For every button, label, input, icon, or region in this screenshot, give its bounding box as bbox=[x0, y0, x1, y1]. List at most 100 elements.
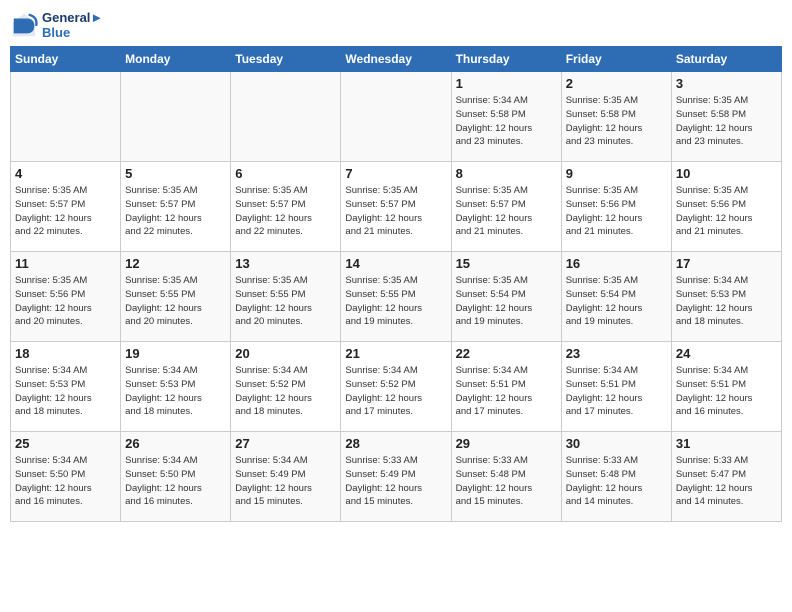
weekday-monday: Monday bbox=[121, 47, 231, 72]
calendar-cell-w2-d0: 4 Sunrise: 5:35 AMSunset: 5:57 PMDaylight… bbox=[11, 162, 121, 252]
day-info: Sunrise: 5:35 AMSunset: 5:55 PMDaylight:… bbox=[345, 274, 446, 329]
logo-text: General► Blue bbox=[42, 10, 103, 40]
day-info: Sunrise: 5:35 AMSunset: 5:57 PMDaylight:… bbox=[125, 184, 226, 239]
weekday-friday: Friday bbox=[561, 47, 671, 72]
day-number: 28 bbox=[345, 436, 446, 451]
day-info: Sunrise: 5:34 AMSunset: 5:49 PMDaylight:… bbox=[235, 454, 336, 509]
calendar-cell-w3-d0: 11 Sunrise: 5:35 AMSunset: 5:56 PMDayligh… bbox=[11, 252, 121, 342]
day-info: Sunrise: 5:35 AMSunset: 5:55 PMDaylight:… bbox=[235, 274, 336, 329]
day-info: Sunrise: 5:35 AMSunset: 5:56 PMDaylight:… bbox=[676, 184, 777, 239]
day-number: 15 bbox=[456, 256, 557, 271]
day-info: Sunrise: 5:34 AMSunset: 5:51 PMDaylight:… bbox=[456, 364, 557, 419]
day-info: Sunrise: 5:33 AMSunset: 5:49 PMDaylight:… bbox=[345, 454, 446, 509]
day-number: 5 bbox=[125, 166, 226, 181]
day-info: Sunrise: 5:34 AMSunset: 5:53 PMDaylight:… bbox=[15, 364, 116, 419]
logo: General► Blue bbox=[10, 10, 103, 40]
calendar-cell-w4-d1: 19Sunrise: 5:34 AMSunset: 5:53 PMDayligh… bbox=[121, 342, 231, 432]
day-info: Sunrise: 5:34 AMSunset: 5:51 PMDaylight:… bbox=[676, 364, 777, 419]
day-info: Sunrise: 5:34 AMSunset: 5:58 PMDaylight:… bbox=[456, 94, 557, 149]
day-number: 27 bbox=[235, 436, 336, 451]
day-number: 11 bbox=[15, 256, 116, 271]
calendar-cell-w2-d3: 7 Sunrise: 5:35 AMSunset: 5:57 PMDaylight… bbox=[341, 162, 451, 252]
day-info: Sunrise: 5:35 AMSunset: 5:56 PMDaylight:… bbox=[15, 274, 116, 329]
day-info: Sunrise: 5:34 AMSunset: 5:50 PMDaylight:… bbox=[15, 454, 116, 509]
day-number: 26 bbox=[125, 436, 226, 451]
day-number: 7 bbox=[345, 166, 446, 181]
day-number: 19 bbox=[125, 346, 226, 361]
day-number: 14 bbox=[345, 256, 446, 271]
weekday-saturday: Saturday bbox=[671, 47, 781, 72]
calendar-header: SundayMondayTuesdayWednesdayThursdayFrid… bbox=[11, 47, 782, 72]
day-info: Sunrise: 5:33 AMSunset: 5:48 PMDaylight:… bbox=[566, 454, 667, 509]
day-number: 23 bbox=[566, 346, 667, 361]
day-number: 21 bbox=[345, 346, 446, 361]
day-number: 30 bbox=[566, 436, 667, 451]
calendar-cell-w2-d1: 5 Sunrise: 5:35 AMSunset: 5:57 PMDaylight… bbox=[121, 162, 231, 252]
day-info: Sunrise: 5:35 AMSunset: 5:57 PMDaylight:… bbox=[456, 184, 557, 239]
calendar-cell-w3-d2: 13 Sunrise: 5:35 AMSunset: 5:55 PMDayligh… bbox=[231, 252, 341, 342]
day-info: Sunrise: 5:34 AMSunset: 5:50 PMDaylight:… bbox=[125, 454, 226, 509]
day-number: 18 bbox=[15, 346, 116, 361]
day-number: 16 bbox=[566, 256, 667, 271]
calendar-cell-w1-d6: 3 Sunrise: 5:35 AMSunset: 5:58 PMDaylight… bbox=[671, 72, 781, 162]
day-info: Sunrise: 5:35 AMSunset: 5:57 PMDaylight:… bbox=[15, 184, 116, 239]
calendar-cell-w3-d3: 14 Sunrise: 5:35 AMSunset: 5:55 PMDayligh… bbox=[341, 252, 451, 342]
calendar-cell-w1-d1 bbox=[121, 72, 231, 162]
calendar-cell-w1-d5: 2 Sunrise: 5:35 AMSunset: 5:58 PMDaylight… bbox=[561, 72, 671, 162]
weekday-tuesday: Tuesday bbox=[231, 47, 341, 72]
day-number: 10 bbox=[676, 166, 777, 181]
calendar-cell-w3-d4: 15Sunrise: 5:35 AMSunset: 5:54 PMDayligh… bbox=[451, 252, 561, 342]
day-info: Sunrise: 5:35 AMSunset: 5:58 PMDaylight:… bbox=[566, 94, 667, 149]
week-row-1: 1 Sunrise: 5:34 AMSunset: 5:58 PMDaylight… bbox=[11, 72, 782, 162]
calendar-cell-w5-d5: 30 Sunrise: 5:33 AMSunset: 5:48 PMDayligh… bbox=[561, 432, 671, 522]
day-info: Sunrise: 5:33 AMSunset: 5:47 PMDaylight:… bbox=[676, 454, 777, 509]
day-number: 2 bbox=[566, 76, 667, 91]
day-info: Sunrise: 5:35 AMSunset: 5:55 PMDaylight:… bbox=[125, 274, 226, 329]
calendar-cell-w2-d2: 6 Sunrise: 5:35 AMSunset: 5:57 PMDaylight… bbox=[231, 162, 341, 252]
calendar-cell-w5-d6: 31 Sunrise: 5:33 AMSunset: 5:47 PMDayligh… bbox=[671, 432, 781, 522]
day-number: 6 bbox=[235, 166, 336, 181]
day-number: 1 bbox=[456, 76, 557, 91]
day-number: 31 bbox=[676, 436, 777, 451]
day-number: 4 bbox=[15, 166, 116, 181]
day-number: 13 bbox=[235, 256, 336, 271]
calendar-cell-w5-d2: 27 Sunrise: 5:34 AMSunset: 5:49 PMDayligh… bbox=[231, 432, 341, 522]
weekday-header-row: SundayMondayTuesdayWednesdayThursdayFrid… bbox=[11, 47, 782, 72]
logo-icon bbox=[10, 11, 38, 39]
day-info: Sunrise: 5:34 AMSunset: 5:52 PMDaylight:… bbox=[345, 364, 446, 419]
day-number: 29 bbox=[456, 436, 557, 451]
calendar-cell-w5-d0: 25Sunrise: 5:34 AMSunset: 5:50 PMDayligh… bbox=[11, 432, 121, 522]
week-row-2: 4 Sunrise: 5:35 AMSunset: 5:57 PMDaylight… bbox=[11, 162, 782, 252]
calendar-cell-w4-d0: 18 Sunrise: 5:34 AMSunset: 5:53 PMDayligh… bbox=[11, 342, 121, 432]
day-number: 12 bbox=[125, 256, 226, 271]
calendar-cell-w4-d2: 20Sunrise: 5:34 AMSunset: 5:52 PMDayligh… bbox=[231, 342, 341, 432]
page-header: General► Blue bbox=[10, 10, 782, 40]
weekday-sunday: Sunday bbox=[11, 47, 121, 72]
calendar-cell-w3-d5: 16Sunrise: 5:35 AMSunset: 5:54 PMDayligh… bbox=[561, 252, 671, 342]
week-row-4: 18 Sunrise: 5:34 AMSunset: 5:53 PMDayligh… bbox=[11, 342, 782, 432]
weekday-wednesday: Wednesday bbox=[341, 47, 451, 72]
day-info: Sunrise: 5:35 AMSunset: 5:56 PMDaylight:… bbox=[566, 184, 667, 239]
day-number: 3 bbox=[676, 76, 777, 91]
day-number: 9 bbox=[566, 166, 667, 181]
calendar-cell-w5-d3: 28 Sunrise: 5:33 AMSunset: 5:49 PMDayligh… bbox=[341, 432, 451, 522]
calendar-cell-w1-d3 bbox=[341, 72, 451, 162]
calendar-cell-w1-d2 bbox=[231, 72, 341, 162]
week-row-3: 11 Sunrise: 5:35 AMSunset: 5:56 PMDayligh… bbox=[11, 252, 782, 342]
calendar-body: 1 Sunrise: 5:34 AMSunset: 5:58 PMDaylight… bbox=[11, 72, 782, 522]
calendar-cell-w3-d1: 12 Sunrise: 5:35 AMSunset: 5:55 PMDayligh… bbox=[121, 252, 231, 342]
calendar-cell-w4-d6: 24 Sunrise: 5:34 AMSunset: 5:51 PMDayligh… bbox=[671, 342, 781, 432]
day-info: Sunrise: 5:33 AMSunset: 5:48 PMDaylight:… bbox=[456, 454, 557, 509]
day-info: Sunrise: 5:35 AMSunset: 5:57 PMDaylight:… bbox=[345, 184, 446, 239]
day-number: 8 bbox=[456, 166, 557, 181]
weekday-thursday: Thursday bbox=[451, 47, 561, 72]
calendar-cell-w5-d4: 29 Sunrise: 5:33 AMSunset: 5:48 PMDayligh… bbox=[451, 432, 561, 522]
calendar-cell-w1-d4: 1 Sunrise: 5:34 AMSunset: 5:58 PMDaylight… bbox=[451, 72, 561, 162]
day-info: Sunrise: 5:35 AMSunset: 5:58 PMDaylight:… bbox=[676, 94, 777, 149]
day-number: 24 bbox=[676, 346, 777, 361]
day-number: 22 bbox=[456, 346, 557, 361]
calendar-cell-w2-d5: 9 Sunrise: 5:35 AMSunset: 5:56 PMDaylight… bbox=[561, 162, 671, 252]
day-info: Sunrise: 5:34 AMSunset: 5:53 PMDaylight:… bbox=[676, 274, 777, 329]
day-number: 17 bbox=[676, 256, 777, 271]
day-info: Sunrise: 5:35 AMSunset: 5:57 PMDaylight:… bbox=[235, 184, 336, 239]
